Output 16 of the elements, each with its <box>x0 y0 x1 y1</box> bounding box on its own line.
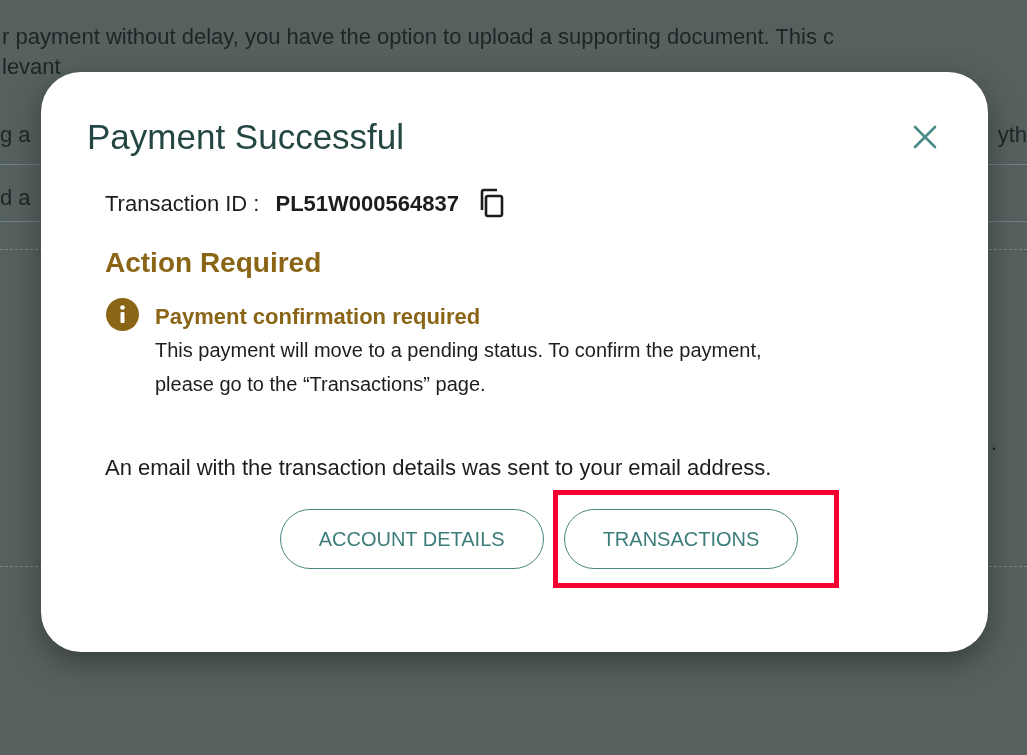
background-text: r payment without delay, you have the option to upload a supporting document. This c <box>1 23 836 50</box>
transaction-id-value: PL51W000564837 <box>275 189 459 218</box>
transaction-id-label: Transaction ID : <box>105 189 260 218</box>
background-text: levant <box>1 53 62 80</box>
account-details-button[interactable]: ACCOUNT DETAILS <box>279 508 544 569</box>
alert-title: Payment confirmation required <box>155 302 482 331</box>
section-heading: Action Required <box>105 246 323 280</box>
background-text: d a <box>0 185 31 211</box>
background-text: . <box>990 430 997 456</box>
info-icon <box>106 297 139 331</box>
dialog-title: Payment Successful <box>87 116 405 158</box>
transactions-button[interactable]: TRANSACTIONS <box>563 508 799 569</box>
email-notice: An email with the transaction details was sent to your email address. <box>105 453 773 482</box>
background-text: g a <box>0 122 31 148</box>
background-text: yth <box>997 122 1027 148</box>
alert-message: This payment will move to a pending status. To confirm the payment, please go to the “Transactions” page. <box>155 337 763 397</box>
